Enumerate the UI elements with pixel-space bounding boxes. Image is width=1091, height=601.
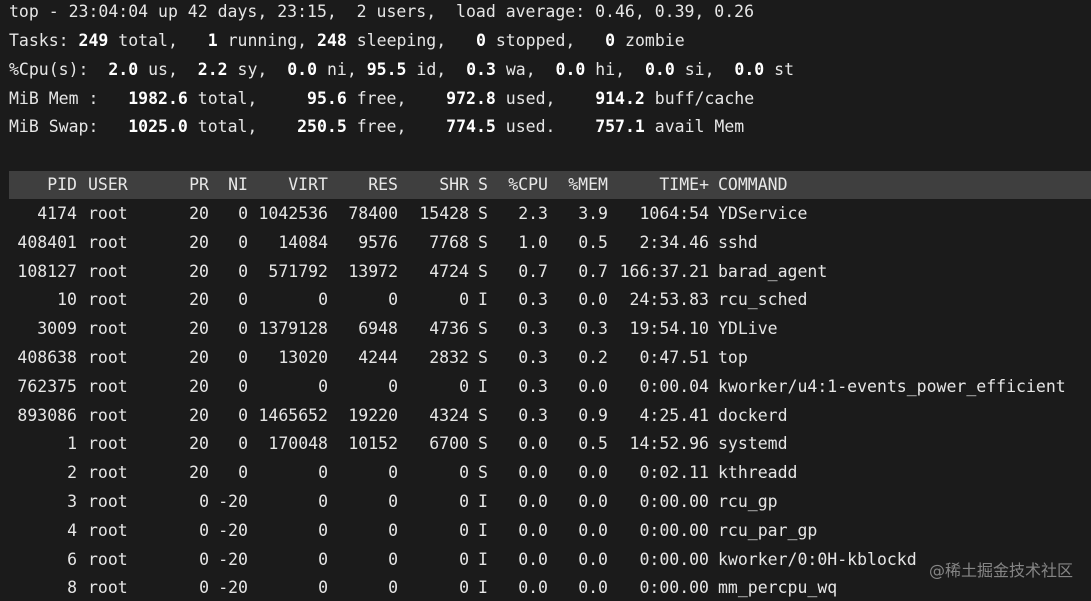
cpu-us-value: 2.0	[108, 60, 139, 79]
swap-avail-label: avail Mem	[654, 117, 745, 136]
cell-time: 0:00.00	[639, 578, 709, 597]
cell-time: 0:00.04	[639, 377, 709, 396]
cell-command: barad_agent	[718, 262, 828, 281]
cpu-wa-label: wa,	[505, 60, 536, 79]
cpu-id-label: id,	[416, 60, 447, 79]
cpu-id-value: 95.5	[366, 60, 407, 79]
mem-free-value: 95.6	[307, 89, 347, 108]
cell-time: 1064:54	[639, 204, 709, 223]
tasks-stopped-label: stopped,	[495, 31, 576, 50]
cpu-us-label: us,	[148, 60, 178, 79]
tasks-total-label: total,	[118, 31, 178, 50]
cpu-st-value: 0.0	[734, 60, 765, 79]
cpu-line: %Cpu(s): 2.0 us, 2.2 sy, 0.0 ni, 95.5 id…	[9, 58, 794, 82]
swap-total-value: 1025.0	[128, 117, 188, 136]
swap-free-value: 250.5	[297, 117, 347, 136]
cpu-si-value: 0.0	[644, 60, 675, 79]
swap-line: MiB Swap: 1025.0 total, 250.5 free, 774.…	[9, 115, 744, 139]
swap-avail-value: 757.1	[595, 117, 645, 136]
tasks-zombie-label: zombie	[625, 31, 685, 50]
cell-time: 19:54.10	[629, 319, 709, 338]
mem-used-value: 972.8	[446, 89, 496, 108]
cell-command: systemd	[718, 434, 788, 453]
cell-time: 0:00.00	[639, 521, 709, 540]
cpu-label: %Cpu(s):	[9, 60, 89, 79]
cell-command: rcu_par_gp	[718, 521, 818, 540]
watermark-text: @稀土掘金技术社区	[928, 561, 1073, 580]
tasks-line: Tasks: 249 total, 1 running, 248 sleepin…	[9, 29, 685, 53]
terminal-window[interactable]: top - 23:04:04 up 42 days, 23:15, 2 user…	[0, 0, 1091, 601]
mem-buff-label: buff/cache	[654, 89, 755, 108]
cpu-st-label: st	[774, 60, 795, 79]
mem-buff-value: 914.2	[595, 89, 645, 108]
cpu-wa-value: 0.3	[466, 60, 496, 79]
cell-command: YDLive	[718, 319, 778, 338]
cpu-hi-label: hi,	[595, 60, 626, 79]
cell-time: 0:02.11	[639, 463, 709, 482]
cell-command: YDService	[718, 204, 808, 223]
tasks-zombie-value: 0	[605, 31, 616, 50]
cell-command: top	[718, 348, 748, 367]
mem-free-label: free,	[356, 89, 407, 108]
cell-command: kworker/0:0H-kblockd	[718, 550, 917, 569]
tasks-label: Tasks:	[9, 31, 69, 50]
uptime-line: top - 23:04:04 up 42 days, 23:15, 2 user…	[9, 2, 755, 21]
cell-command: sshd	[718, 233, 758, 252]
tasks-sleeping-label: sleeping,	[356, 31, 447, 50]
cell-command: rcu_sched	[718, 290, 808, 309]
swap-total-label: total,	[197, 117, 258, 136]
column-header-time: TIME+	[659, 175, 709, 194]
cell-command: dockerd	[718, 406, 788, 425]
cpu-si-label: si,	[684, 60, 715, 79]
tasks-stopped-value: 0	[475, 31, 486, 50]
swap-used-label: used.	[505, 117, 556, 136]
cpu-ni-value: 0.0	[287, 60, 318, 79]
mem-total-value: 1982.6	[128, 89, 188, 108]
cell-time: 24:53.83	[629, 290, 709, 309]
cell-command: kthreadd	[718, 463, 798, 482]
tasks-total-value: 249	[78, 31, 109, 50]
cpu-hi-value: 0.0	[555, 60, 586, 79]
cell-time: 4:25.41	[639, 406, 709, 425]
swap-free-label: free,	[356, 117, 407, 136]
cell-command: mm_percpu_wq	[718, 578, 838, 597]
mem-used-label: used,	[505, 89, 556, 108]
swap-used-value: 774.5	[446, 117, 496, 136]
mem-label: MiB Mem :	[9, 89, 99, 108]
mem-line: MiB Mem : 1982.6 total, 95.6 free, 972.8…	[9, 87, 754, 111]
cell-time: 14:52.96	[629, 434, 709, 453]
column-header-command: COMMAND	[718, 175, 788, 194]
cpu-ni-label: ni,	[326, 60, 357, 79]
swap-label: MiB Swap:	[9, 117, 99, 136]
tasks-sleeping-value: 248	[317, 31, 347, 50]
cell-time: 0:47.51	[639, 348, 709, 367]
cell-time: 166:37.21	[619, 262, 709, 281]
cell-time: 2:34.46	[639, 233, 709, 252]
cell-command: kworker/u4:1-events_power_efficient	[718, 377, 1066, 396]
cell-time: 0:00.00	[639, 492, 709, 511]
mem-total-label: total,	[197, 89, 258, 108]
tasks-running-value: 1	[207, 31, 218, 50]
cpu-sy-label: sy,	[237, 60, 268, 79]
cpu-sy-value: 2.2	[197, 60, 228, 79]
cell-time: 0:00.00	[639, 550, 709, 569]
cell-command: rcu_gp	[718, 492, 778, 511]
tasks-running-label: running,	[227, 31, 308, 50]
